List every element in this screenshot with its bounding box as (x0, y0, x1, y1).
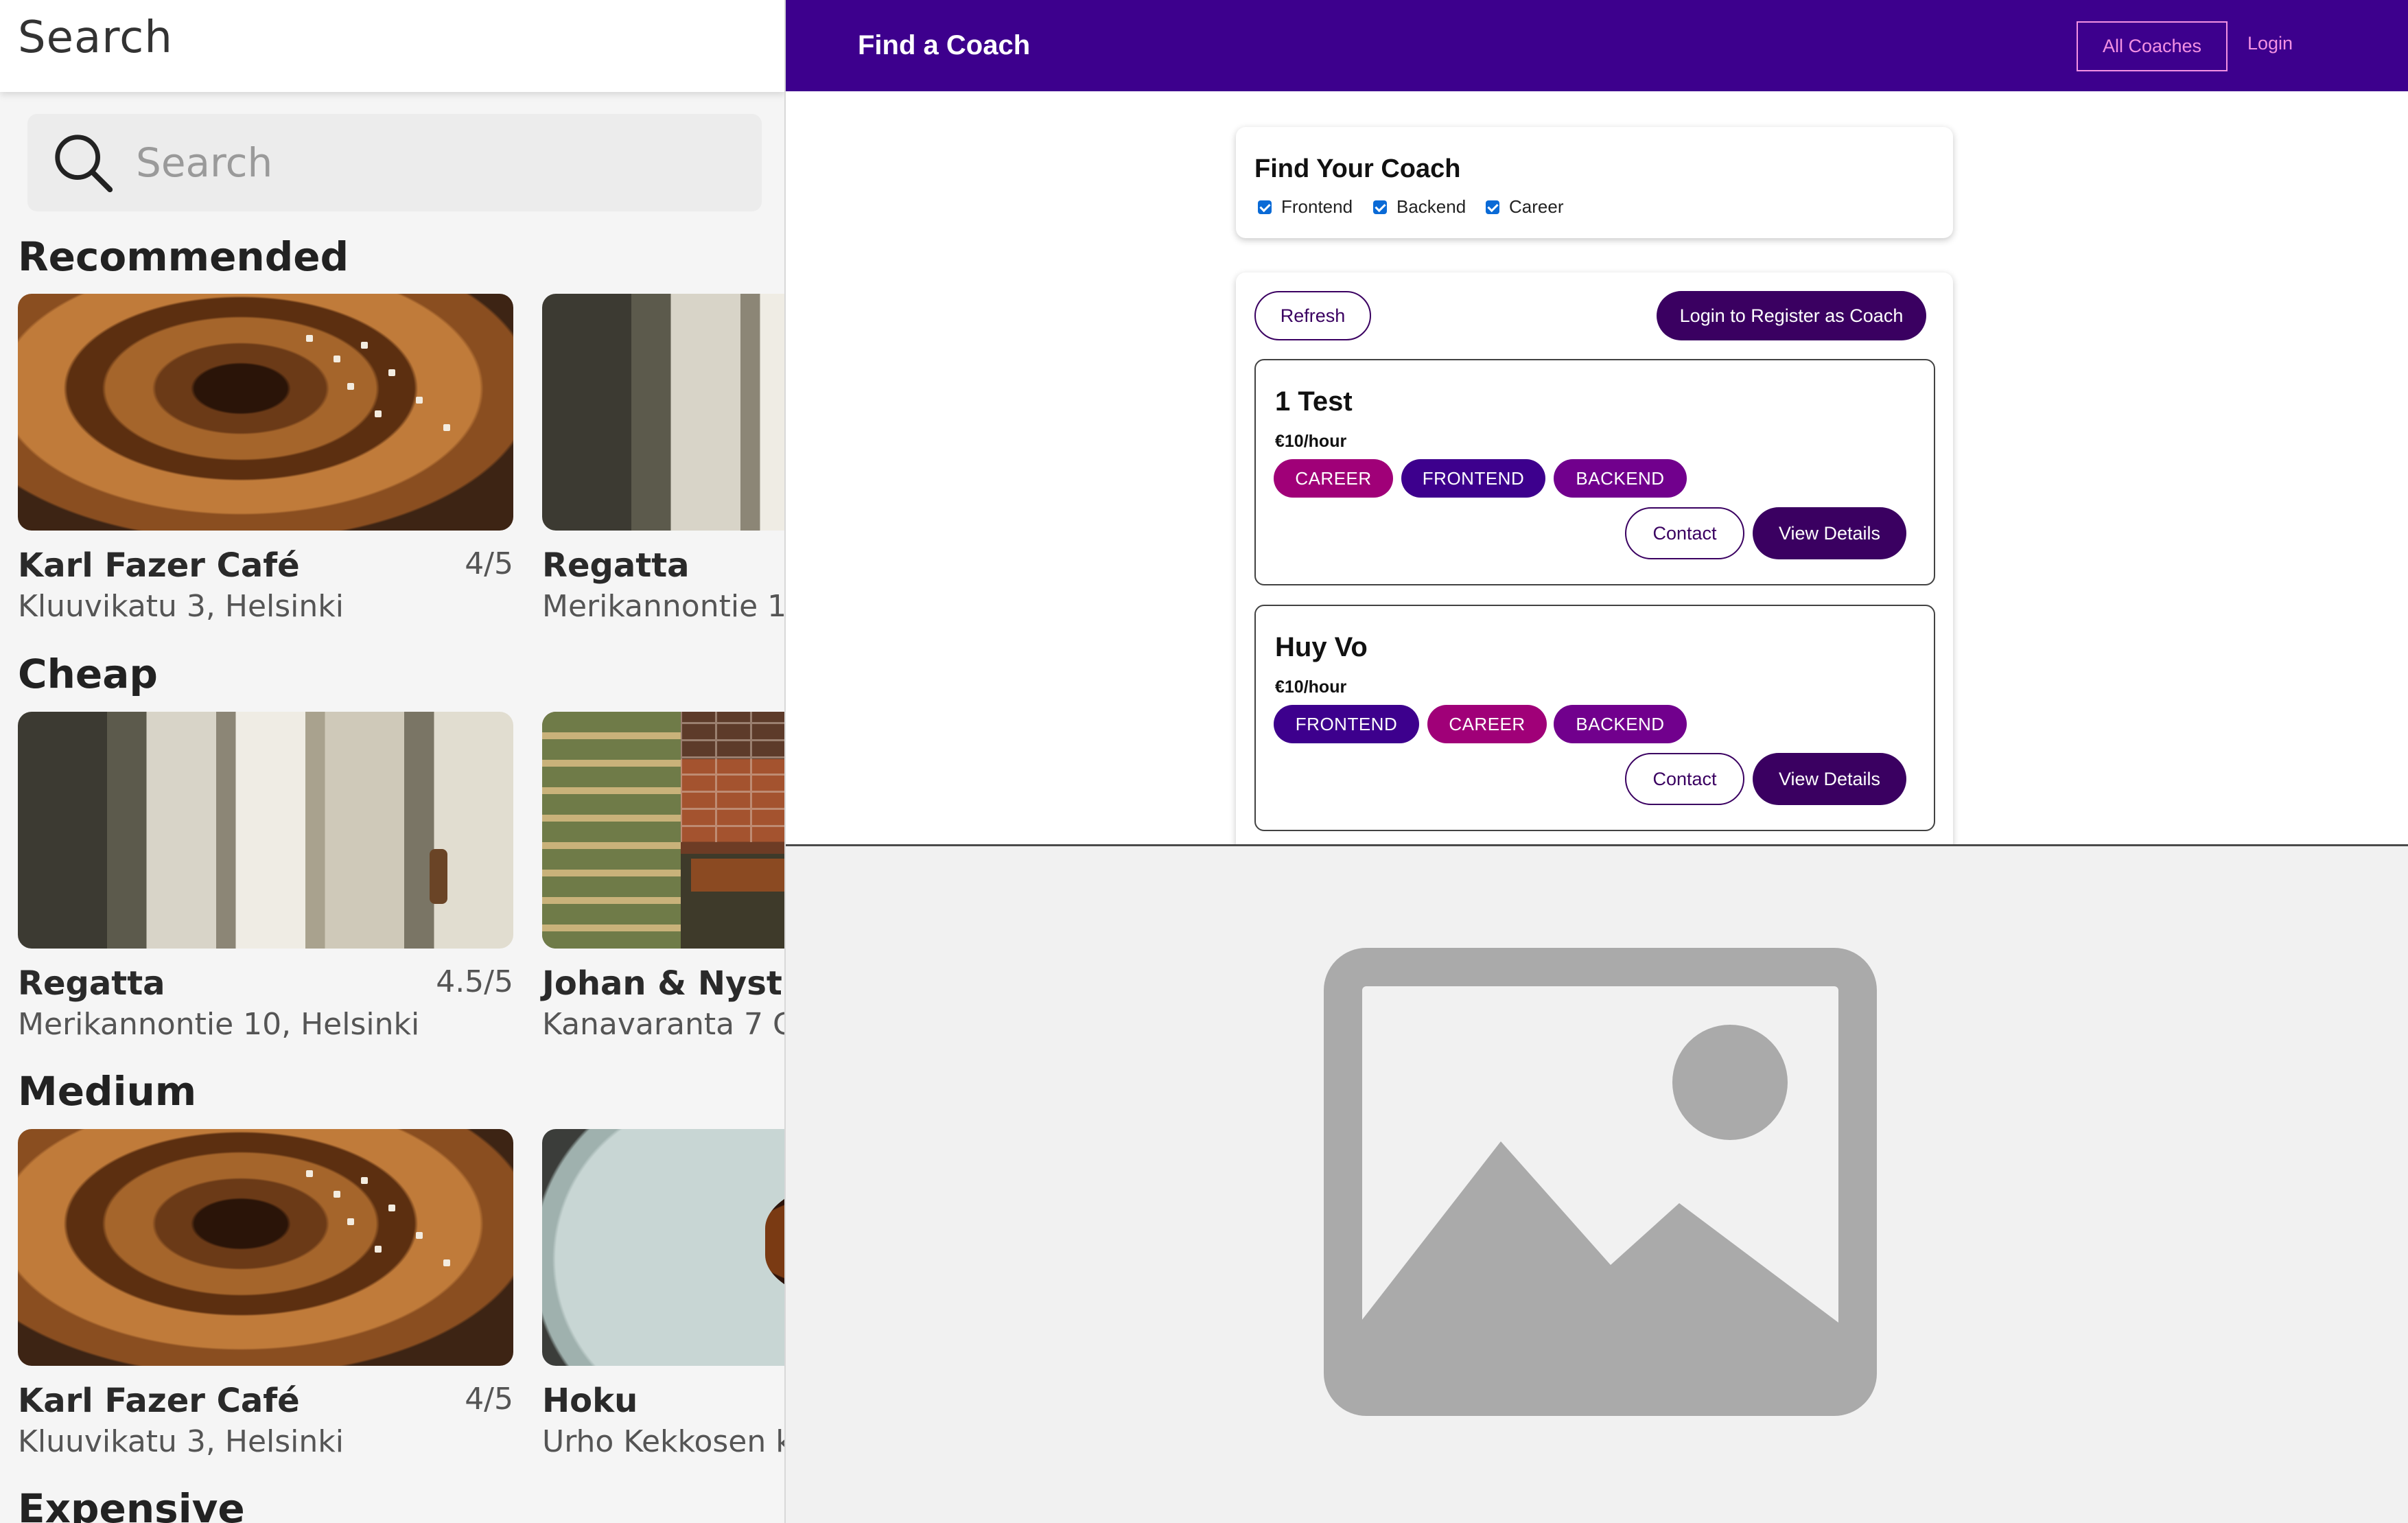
view-details-button[interactable]: View Details (1753, 507, 1906, 559)
area-badge-backend: BACKEND (1554, 459, 1687, 498)
area-badge-career: CAREER (1274, 459, 1393, 498)
area-badge-backend: BACKEND (1554, 705, 1687, 743)
filter-backend-checkbox[interactable]: Backend (1373, 196, 1466, 218)
section-title-cheap: Cheap (18, 651, 158, 697)
site-header: Find a Coach All Coaches Login (786, 0, 2408, 91)
restaurant-photo (18, 712, 513, 949)
filter-label: Backend (1396, 196, 1466, 217)
app-bar: Search (0, 0, 786, 92)
restaurant-photo (542, 294, 786, 531)
search-icon (55, 135, 113, 193)
checkbox-checked-icon[interactable] (1373, 200, 1387, 214)
restaurant-address: Merikannontie 10, Helsinki (18, 1007, 420, 1042)
coach-rate: €10/hour (1275, 432, 1347, 451)
restaurant-name: Regatta (542, 546, 690, 585)
restaurant-name: Hoku (542, 1382, 638, 1420)
restaurant-rating: 4.5/5 (436, 964, 513, 999)
restaurant-rating: 4/5 (465, 546, 513, 581)
section-title-medium: Medium (18, 1068, 197, 1115)
refresh-button[interactable]: Refresh (1254, 291, 1371, 340)
restaurant-search-app: Search Recommended Karl Fazer Café 4/5 K… (0, 0, 786, 1523)
restaurant-address: Kluuvikatu 3, Helsinki (18, 589, 344, 624)
restaurant-photo (542, 1129, 786, 1366)
brand-link[interactable]: Find a Coach (858, 30, 1030, 61)
register-coach-button[interactable]: Login to Register as Coach (1657, 291, 1926, 340)
restaurant-photo (18, 1129, 513, 1366)
contact-button[interactable]: Contact (1625, 753, 1744, 805)
restaurant-name: Karl Fazer Café (18, 1382, 300, 1420)
checkbox-checked-icon[interactable] (1486, 200, 1499, 214)
area-badge-career: CAREER (1427, 705, 1547, 743)
restaurant-name: Regatta (18, 964, 165, 1003)
filter-title: Find Your Coach (1254, 154, 1461, 183)
restaurant-name: Karl Fazer Café (18, 546, 300, 585)
checkbox-checked-icon[interactable] (1258, 200, 1272, 214)
restaurant-address: Kanavaranta 7 C, H (542, 1007, 786, 1042)
app-bar-title: Search (18, 12, 173, 63)
search-input[interactable] (136, 132, 740, 194)
coach-list-panel: Refresh Login to Register as Coach 1 Tes… (1236, 272, 1953, 844)
search-box[interactable] (27, 114, 762, 211)
image-placeholder-pane (786, 844, 2408, 1523)
find-a-coach-app: Find a Coach All Coaches Login Find Your… (786, 0, 2408, 844)
contact-button[interactable]: Contact (1625, 507, 1744, 559)
restaurant-address: Kluuvikatu 3, Helsinki (18, 1424, 344, 1459)
restaurant-photo (542, 712, 786, 949)
coach-name: 1 Test (1275, 386, 1353, 417)
filter-label: Frontend (1281, 196, 1353, 217)
restaurant-address: Urho Kekkosen ka (542, 1424, 786, 1459)
restaurant-name: Johan & Nyström (542, 964, 786, 1003)
nav-login[interactable]: Login (2247, 33, 2293, 54)
nav-all-coaches[interactable]: All Coaches (2077, 21, 2228, 71)
area-badge-frontend: FRONTEND (1401, 459, 1545, 498)
restaurant-photo (18, 294, 513, 531)
coach-card: 1 Test €10/hour CAREER FRONTEND BACKEND … (1254, 359, 1935, 585)
filter-career-checkbox[interactable]: Career (1486, 196, 1563, 218)
area-badge-frontend: FRONTEND (1274, 705, 1419, 743)
filter-panel: Find Your Coach Frontend Backend Career (1236, 127, 1953, 238)
coach-rate: €10/hour (1275, 677, 1347, 697)
view-details-button[interactable]: View Details (1753, 753, 1906, 805)
filter-frontend-checkbox[interactable]: Frontend (1258, 196, 1353, 218)
restaurant-address: Merikannontie 10, (542, 589, 786, 624)
broken-image-placeholder-icon (1324, 948, 1877, 1416)
section-title-expensive: Expensive (18, 1485, 245, 1523)
section-title-recommended: Recommended (18, 233, 349, 280)
restaurant-rating: 4/5 (465, 1382, 513, 1417)
filter-label: Career (1509, 196, 1564, 217)
coach-name: Huy Vo (1275, 632, 1368, 662)
coach-card: Huy Vo €10/hour FRONTEND CAREER BACKEND … (1254, 605, 1935, 831)
